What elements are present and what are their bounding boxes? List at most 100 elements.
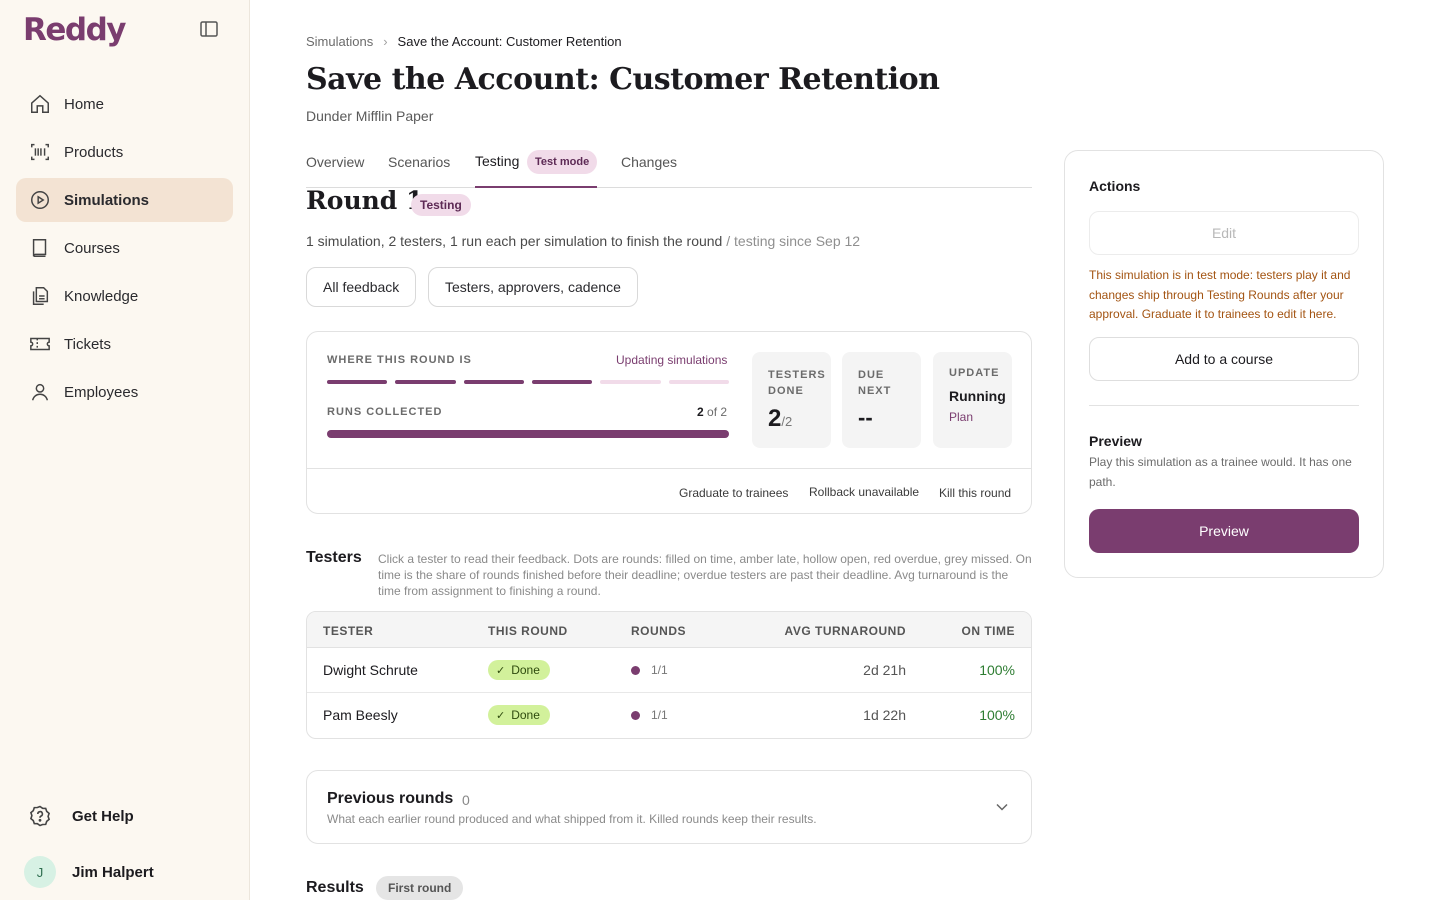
due-next-label: DUE NEXT: [858, 369, 892, 397]
help-icon: [28, 804, 52, 828]
sidebar-item-label: Courses: [64, 239, 120, 257]
actions-panel: Actions Edit This simulation is in test …: [1064, 150, 1384, 578]
get-help-label: Get Help: [72, 807, 134, 825]
edit-button[interactable]: Edit: [1089, 211, 1359, 255]
testers-table: TESTER THIS ROUND ROUNDS AVG TURNAROUND …: [306, 611, 1032, 739]
stage-segment: [532, 380, 593, 384]
due-next-value: --: [858, 405, 873, 430]
test-mode-badge: Test mode: [527, 150, 598, 174]
preview-heading: Preview: [1089, 433, 1142, 449]
current-stage-link[interactable]: Updating simulations: [616, 353, 727, 367]
sidebar-nav: Home Products Simulations Courses Knowle…: [16, 82, 233, 418]
graduate-to-trainees-button[interactable]: Graduate to trainees: [679, 486, 788, 500]
tab-changes[interactable]: Changes: [621, 154, 677, 170]
sidebar-toggle-icon[interactable]: [199, 20, 219, 38]
sidebar-item-label: Employees: [64, 383, 139, 401]
table-row[interactable]: Pam Beesly ✓ Done 1/1 1d 22h 100%: [307, 693, 1031, 738]
documents-icon: [28, 284, 52, 308]
sidebar-item-knowledge[interactable]: Knowledge: [16, 274, 233, 318]
round-status-card: WHERE THIS ROUND IS Updating simulations…: [306, 331, 1032, 514]
sidebar-item-label: Simulations: [64, 191, 150, 209]
sidebar-item-label: Tickets: [64, 335, 111, 353]
results-badge: First round: [376, 876, 464, 900]
update-plan-link[interactable]: Plan: [949, 410, 1012, 424]
round-description-since: / testing since Sep 12: [726, 233, 861, 249]
previous-rounds-title: Previous rounds: [327, 790, 454, 807]
round-actions-footer: Graduate to trainees Rollback unavailabl…: [307, 468, 1031, 514]
column-header: THIS ROUND: [488, 624, 568, 638]
sidebar-item-home[interactable]: Home: [16, 82, 233, 126]
check-icon: ✓: [496, 709, 506, 722]
all-feedback-button[interactable]: All feedback: [306, 267, 417, 307]
sidebar-item-simulations[interactable]: Simulations: [16, 178, 233, 222]
tab-bar: Overview Scenarios Testing Changes: [306, 148, 1032, 188]
previous-rounds-description: What each earlier round produced and wha…: [327, 812, 817, 826]
runs-value: 2: [697, 405, 704, 419]
round-dot-icon: [631, 711, 640, 720]
page-title: Save the Account: Customer Retention: [306, 62, 940, 97]
rounds-count: 1/1: [651, 708, 668, 722]
sidebar-item-label: Knowledge: [64, 287, 139, 305]
testers-done-value: 2/2: [768, 405, 793, 432]
runs-total: of 2: [707, 405, 728, 419]
sidebar-item-employees[interactable]: Employees: [16, 370, 233, 414]
status-badge: ✓ Done: [488, 705, 550, 725]
update-status: Running: [949, 388, 1006, 404]
stage-segment: [395, 380, 456, 384]
due-next-stat: DUE NEXT --: [842, 352, 921, 448]
stage-segment: [600, 380, 661, 384]
sidebar-item-label: Products: [64, 143, 124, 161]
column-header: ROUNDS: [631, 624, 687, 638]
user-name: Jim Halpert: [72, 863, 154, 881]
preview-description: Play this simulation as a trainee would.…: [1089, 455, 1352, 489]
update-stat: UPDATE Running Plan: [933, 352, 1012, 448]
where-round-label: WHERE THIS ROUND IS: [327, 354, 472, 366]
column-header: AVG TURNAROUND: [784, 624, 906, 638]
results-heading: Results: [306, 879, 364, 896]
previous-rounds-count: 0: [462, 792, 470, 808]
status-badge: ✓ Done: [488, 660, 550, 680]
user-icon: [28, 380, 52, 404]
kill-round-button[interactable]: Kill this round: [939, 486, 1011, 500]
testers-settings-button[interactable]: Testers, approvers, cadence: [428, 267, 638, 307]
sidebar-item-tickets[interactable]: Tickets: [16, 322, 233, 366]
tab-overview[interactable]: Overview: [306, 154, 364, 170]
table-header: TESTER THIS ROUND ROUNDS AVG TURNAROUND …: [307, 612, 1031, 648]
tab-testing[interactable]: Testing: [475, 153, 519, 169]
app-logo[interactable]: Reddy: [23, 12, 126, 48]
avg-turnaround: 2d 21h: [863, 662, 906, 678]
tab-scenarios[interactable]: Scenarios: [388, 154, 450, 170]
test-mode-warning: This simulation is in test mode: testers…: [1089, 268, 1351, 321]
on-time-rate: 100%: [979, 662, 1015, 678]
user-profile[interactable]: J Jim Halpert: [24, 856, 154, 888]
barcode-icon: [28, 140, 52, 164]
stage-segment: [463, 380, 524, 384]
avg-turnaround: 1d 22h: [863, 707, 906, 723]
testers-done-stat: TESTERS DONE 2/2: [752, 352, 831, 448]
sidebar-item-products[interactable]: Products: [16, 130, 233, 174]
round-description: 1 simulation, 2 testers, 1 run each per …: [306, 233, 860, 249]
rollback-button[interactable]: Rollback unavailable: [809, 485, 919, 499]
round-title: Round 1: [306, 186, 424, 215]
sidebar-item-courses[interactable]: Courses: [16, 226, 233, 270]
get-help-button[interactable]: Get Help: [28, 804, 134, 828]
breadcrumb-parent-link[interactable]: Simulations: [306, 34, 373, 49]
add-to-course-button[interactable]: Add to a course: [1089, 337, 1359, 381]
testers-done-label: TESTERS DONE: [768, 369, 826, 397]
page-subtitle: Dunder Mifflin Paper: [306, 108, 434, 124]
previous-rounds-accordion[interactable]: Previous rounds 0 What each earlier roun…: [306, 770, 1032, 844]
tester-name: Pam Beesly: [323, 707, 398, 723]
table-row[interactable]: Dwight Schrute ✓ Done 1/1 2d 21h 100%: [307, 648, 1031, 693]
column-header: ON TIME: [961, 624, 1015, 638]
avatar: J: [24, 856, 56, 888]
sidebar-item-label: Home: [64, 95, 105, 113]
stage-segment: [327, 380, 388, 384]
on-time-rate: 100%: [979, 707, 1015, 723]
update-label: UPDATE: [949, 367, 1000, 379]
ticket-icon: [28, 332, 52, 356]
preview-button[interactable]: Preview: [1089, 509, 1359, 553]
round-description-text: 1 simulation, 2 testers, 1 run each per …: [306, 233, 723, 249]
chevron-right-icon: ›: [383, 34, 388, 49]
round-status-badge: Testing: [411, 194, 471, 216]
breadcrumb-current: Save the Account: Customer Retention: [397, 34, 622, 49]
